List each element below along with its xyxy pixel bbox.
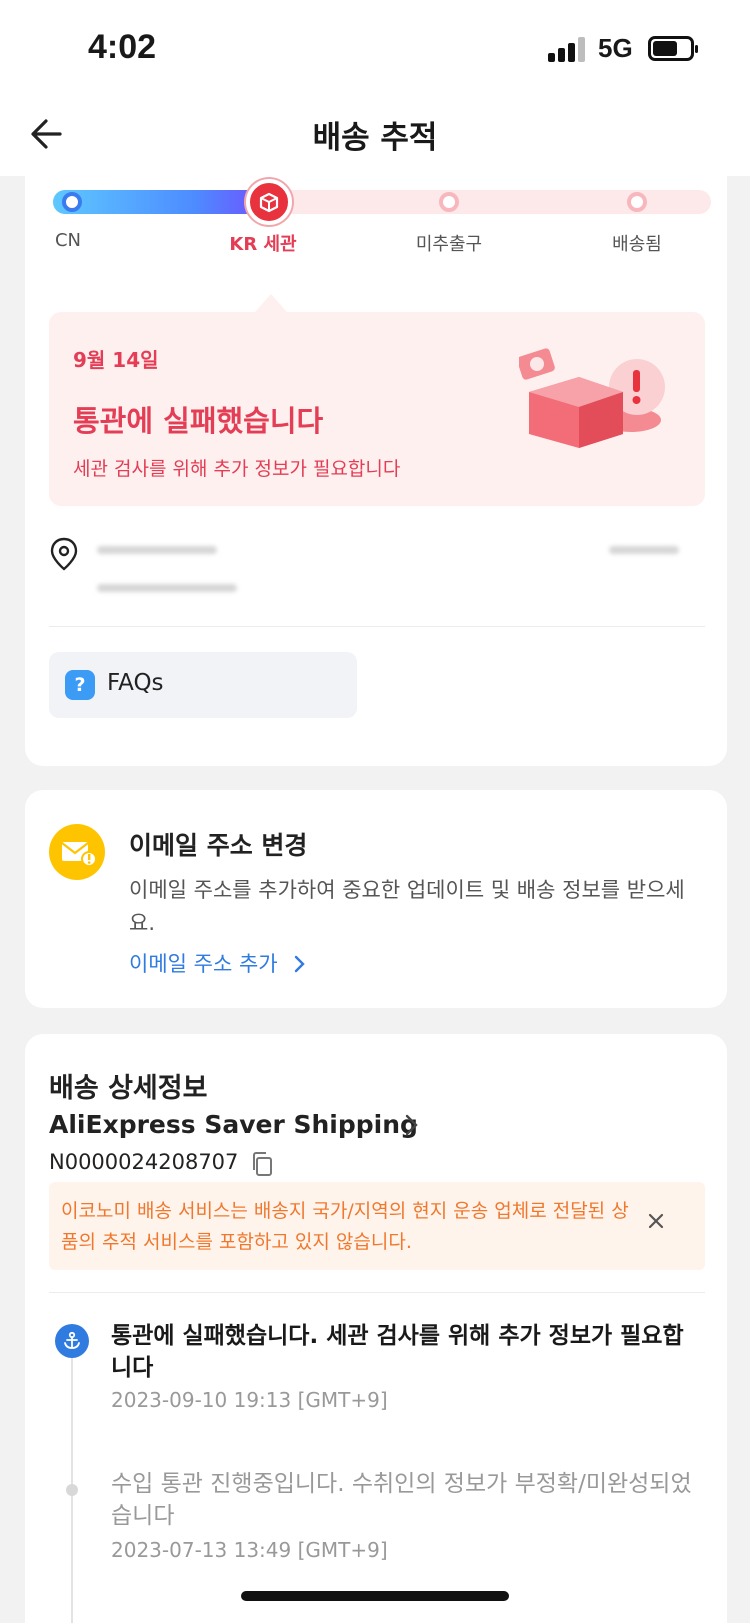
failed-package-illustration (519, 348, 665, 448)
status-date: 9월 14일 (73, 348, 159, 372)
step-dot-pending-2 (627, 192, 647, 212)
step-label-pending: 미추출구 (415, 234, 483, 255)
box-icon (259, 192, 279, 213)
details-title: 배송 상세정보 (49, 1073, 208, 1104)
timeline-event-text: 통관에 실패했습니다. 세관 검사를 위해 추가 정보가 필요합니다 (111, 1323, 684, 1381)
step-dot-current (246, 179, 292, 225)
carrier-name[interactable]: AliExpress Saver Shipping (49, 1110, 418, 1139)
status-subtitle: 세관 검사를 위해 추가 정보가 필요합니다 (73, 458, 401, 480)
network-label: 5G (598, 33, 633, 63)
notice-text: 이코노미 배송 서비스는 배송지 국가/지역의 현지 운송 업체로 전달된 상품… (61, 1200, 629, 1253)
page-title: 배송 추적 (312, 120, 438, 156)
chevron-right-icon (295, 955, 305, 973)
chevron-right-icon[interactable] (403, 1110, 421, 1140)
address-redacted-line-2 (97, 584, 237, 592)
tracking-number: N0000024208707 (49, 1150, 239, 1174)
status-panel: 9월 14일 통관에 실패했습니다 세관 검사를 위해 추가 정보가 필요합니다 (49, 294, 705, 506)
timeline-event-time: 2023-07-13 13:49 [GMT+9] (111, 1538, 388, 1562)
faq-button[interactable]: ? FAQs (49, 652, 357, 718)
step-label-cn: CN (54, 230, 82, 251)
timeline-event-text: 수입 통관 진행중입니다. 수취인의 정보가 부정확/미완성되었습니다 (111, 1471, 692, 1529)
status-time: 4:02 (88, 28, 157, 66)
notice-banner: 이코노미 배송 서비스는 배송지 국가/지역의 현지 운송 업체로 전달된 상품… (49, 1182, 705, 1270)
email-description: 이메일 주소를 추가하여 중요한 업데이트 및 배송 정보를 받으세요. (129, 878, 685, 935)
question-icon: ? (65, 670, 95, 700)
divider (49, 1292, 705, 1293)
app-header: 배송 추적 (0, 96, 750, 176)
step-label-current: KR 세관 (229, 234, 297, 255)
battery-icon (648, 36, 698, 61)
home-indicator (241, 1591, 509, 1601)
cellular-signal-icon (548, 36, 588, 62)
status-bar: 4:02 5G (0, 0, 750, 96)
email-title: 이메일 주소 변경 (129, 831, 308, 860)
divider (49, 626, 705, 627)
address-redacted-line-1 (97, 546, 217, 554)
step-dot-cn (62, 192, 82, 212)
location-pin-icon (50, 537, 78, 571)
step-label-delivered: 배송됨 (612, 234, 662, 255)
address-redacted-detail (609, 546, 679, 554)
shipping-details-card: 배송 상세정보 AliExpress Saver Shipping N00000… (25, 1034, 727, 1623)
status-title: 통관에 실패했습니다 (73, 404, 324, 438)
step-dot-pending-1 (439, 192, 459, 212)
progress-track (53, 190, 711, 214)
copy-icon[interactable] (249, 1150, 275, 1178)
delivery-address (49, 532, 705, 622)
add-email-link[interactable]: 이메일 주소 추가 (129, 948, 308, 978)
tracking-card: CN KR 세관 미추출구 배송됨 9월 14일 통관에 실패했습니다 세관 검… (25, 166, 727, 766)
close-icon[interactable] (641, 1206, 671, 1236)
anchor-icon (55, 1324, 89, 1358)
timeline-event-time: 2023-09-10 19:13 [GMT+9] (111, 1388, 388, 1412)
add-email-link-label: 이메일 주소 추가 (129, 952, 278, 976)
timeline-dot (66, 1484, 78, 1496)
mail-warning-icon (49, 824, 105, 880)
email-card: 이메일 주소 변경 이메일 주소를 추가하여 중요한 업데이트 및 배송 정보를… (25, 790, 727, 1008)
faq-label: FAQs (107, 670, 164, 696)
